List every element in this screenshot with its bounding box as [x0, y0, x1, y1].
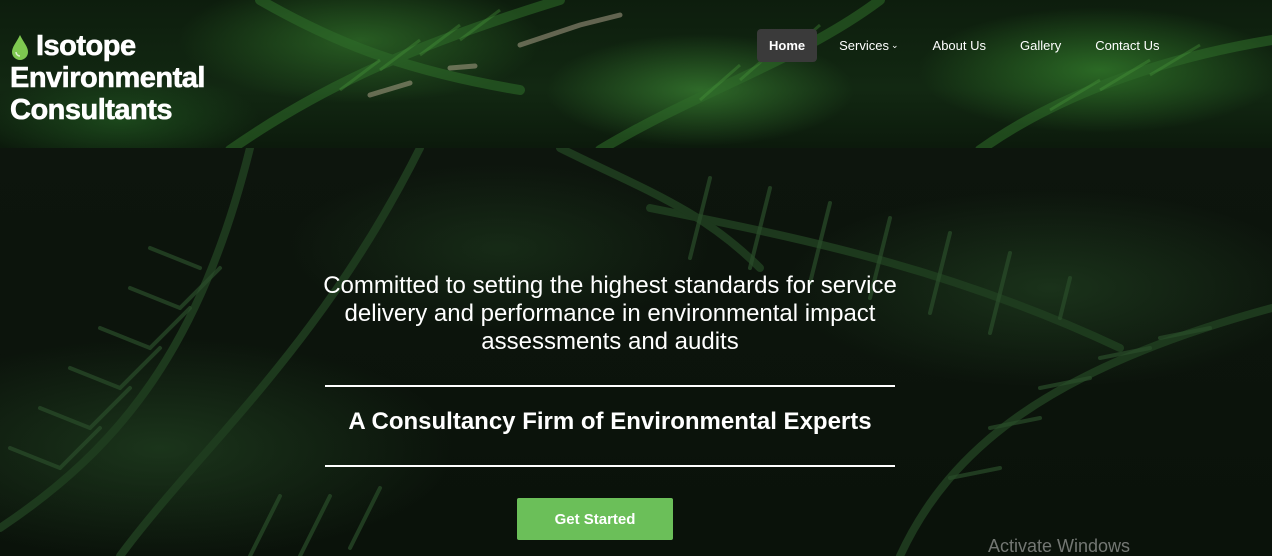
divider-top: [325, 385, 895, 387]
brand-name-line1: Isotope: [36, 30, 137, 63]
nav-home-label: Home: [769, 38, 806, 53]
brand-name-line2: Environmental: [10, 62, 206, 95]
site-header: Isotope Environmental Consultants Home S…: [0, 0, 1272, 148]
nav-contact-label: Contact Us: [1095, 38, 1160, 53]
divider-bottom: [325, 465, 895, 467]
main-nav: Home Services ⌄ About Us Gallery Contact …: [757, 29, 1182, 62]
chevron-down-icon: ⌄: [890, 40, 899, 50]
nav-services[interactable]: Services ⌄: [827, 29, 910, 62]
brand-name-rest[interactable]: Environmental Consultants: [10, 62, 206, 127]
activate-windows-watermark: Activate Windows: [988, 536, 1131, 556]
nav-services-label: Services: [839, 38, 889, 53]
hero-subtitle: A Consultancy Firm of Environmental Expe…: [348, 408, 872, 435]
water-drop-icon: [12, 35, 28, 60]
brand-logo[interactable]: Isotope: [10, 30, 136, 62]
nav-gallery[interactable]: Gallery: [1008, 29, 1073, 62]
nav-contact-us[interactable]: Contact Us: [1083, 29, 1171, 62]
nav-about-label: About Us: [932, 38, 987, 53]
get-started-button[interactable]: Get Started: [517, 498, 673, 540]
brand-name-line3: Consultants: [10, 94, 173, 127]
hero-tagline: Committed to setting the highest standar…: [323, 272, 897, 355]
hero-section: Committed to setting the highest standar…: [0, 148, 1272, 556]
nav-home[interactable]: Home: [757, 29, 818, 62]
nav-about-us[interactable]: About Us: [921, 29, 998, 62]
nav-gallery-label: Gallery: [1020, 38, 1062, 53]
